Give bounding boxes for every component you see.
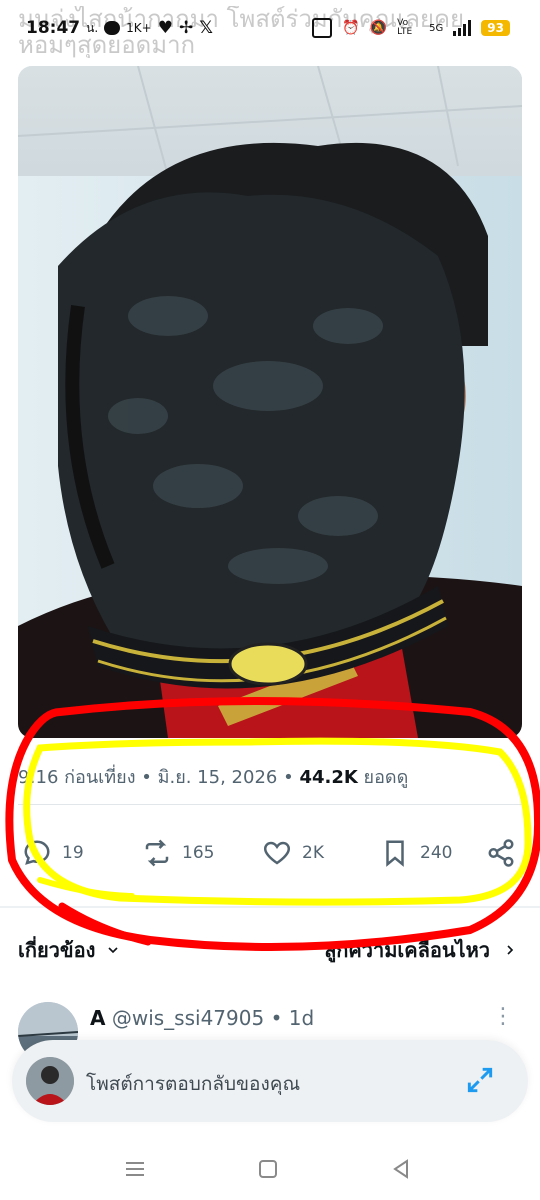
like-count: 2K xyxy=(302,843,324,863)
reply-item[interactable]: A @wis_ssi47905 • 1d ⋮ xyxy=(18,1000,522,1062)
home-button[interactable] xyxy=(257,1158,279,1184)
status-bar: มนจ่งไสกน้ากากมา โพสต์ร่วมกันคุณเลยคย หอ… xyxy=(0,0,540,60)
photo-illustration xyxy=(18,66,522,738)
reply-author: A @wis_ssi47905 • 1d xyxy=(90,1006,314,1030)
views-label: ยอดดู xyxy=(363,767,409,788)
bookmark-count: 240 xyxy=(420,843,453,863)
user-avatar xyxy=(26,1057,74,1105)
retweet-button[interactable]: 165 xyxy=(142,830,214,876)
like-button[interactable]: 2K xyxy=(262,830,324,876)
share-button[interactable] xyxy=(486,830,516,876)
sensitive-label: ลูกความเคลื่อนไหว xyxy=(323,938,490,962)
network-speed: 1K+ xyxy=(126,21,152,35)
bookmark-icon xyxy=(386,840,404,867)
meta-divider xyxy=(18,804,522,805)
user-avatar-image xyxy=(26,1057,74,1105)
back-button[interactable] xyxy=(390,1158,412,1184)
yellow-annotation-tail xyxy=(37,877,135,899)
tweet-photo[interactable] xyxy=(18,66,522,738)
reply-input-placeholder[interactable]: โพสต์การตอบกลับของคุณ xyxy=(86,1069,300,1099)
tweet-time: 9:16 ก่อนเที่ยง xyxy=(18,767,136,788)
recent-apps-button[interactable] xyxy=(124,1158,146,1184)
status-time: 18:47 xyxy=(26,18,81,38)
tweet-date: มิ.ย. 15, 2026 xyxy=(157,767,278,788)
back-triangle-icon xyxy=(393,1159,408,1179)
tweet-meta: 9:16 ก่อนเที่ยง • มิ.ย. 15, 2026 • 44.2K… xyxy=(18,762,408,791)
status-bar-left: 18:47 น. 1K+ ♥ ✢ 𝕏 xyxy=(26,18,213,38)
mute-bell-icon: 🔕 xyxy=(369,20,388,36)
alarm-icon: ⏰ xyxy=(342,20,360,36)
heart-notification-icon: ♥ xyxy=(157,18,173,38)
more-options-icon[interactable]: ⋮ xyxy=(492,1004,514,1029)
reply-handle[interactable]: @wis_ssi47905 xyxy=(112,1006,264,1030)
line-app-icon xyxy=(104,21,121,35)
x-app-icon: 𝕏 xyxy=(199,18,213,38)
apps-icon: ✢ xyxy=(178,18,194,38)
status-bar-right: ⏰ 🔕 Vo LTE 5G 93 xyxy=(312,18,510,38)
expand-button[interactable] xyxy=(464,1064,496,1100)
heart-icon xyxy=(264,841,290,865)
retweet-icon xyxy=(145,839,169,867)
reply-separator: • xyxy=(270,1006,283,1030)
reply-button[interactable]: 19 xyxy=(22,830,84,876)
sensitive-link[interactable]: ลูกความเคลื่อนไหว xyxy=(324,934,518,966)
5g-label: 5G xyxy=(429,22,444,34)
bookmark-button[interactable]: 240 xyxy=(380,830,452,876)
signal-strength-icon xyxy=(453,20,472,36)
reply-icon xyxy=(24,840,50,865)
meta-separator-2: • xyxy=(283,767,294,788)
meta-separator: • xyxy=(141,767,152,788)
reply-display-name[interactable]: A xyxy=(90,1006,105,1030)
battery-level: 93 xyxy=(481,20,510,36)
related-dropdown[interactable]: เกี่ยวข้อง xyxy=(18,934,121,966)
system-nav-bar xyxy=(0,1140,540,1200)
menu-lines-icon xyxy=(126,1162,144,1176)
related-label: เกี่ยวข้อง xyxy=(18,938,96,962)
reply-composer[interactable]: โพสต์การตอบกลับของคุณ xyxy=(12,1040,528,1122)
reply-count: 19 xyxy=(62,843,84,863)
nfc-icon xyxy=(312,18,333,38)
share-icon xyxy=(488,839,514,867)
retweet-count: 165 xyxy=(182,843,215,863)
volte-label: Vo LTE xyxy=(397,18,413,37)
expand-icon xyxy=(467,1067,493,1093)
chevron-right-icon xyxy=(507,945,514,955)
chevron-down-icon xyxy=(108,947,118,954)
section-divider xyxy=(0,906,540,908)
reply-age: 1d xyxy=(288,1006,315,1030)
status-time-suffix: น. xyxy=(86,20,99,35)
home-square-icon xyxy=(259,1160,277,1178)
view-count: 44.2K xyxy=(299,767,358,788)
tweet-actions: 19 165 2K 240 xyxy=(18,830,522,876)
